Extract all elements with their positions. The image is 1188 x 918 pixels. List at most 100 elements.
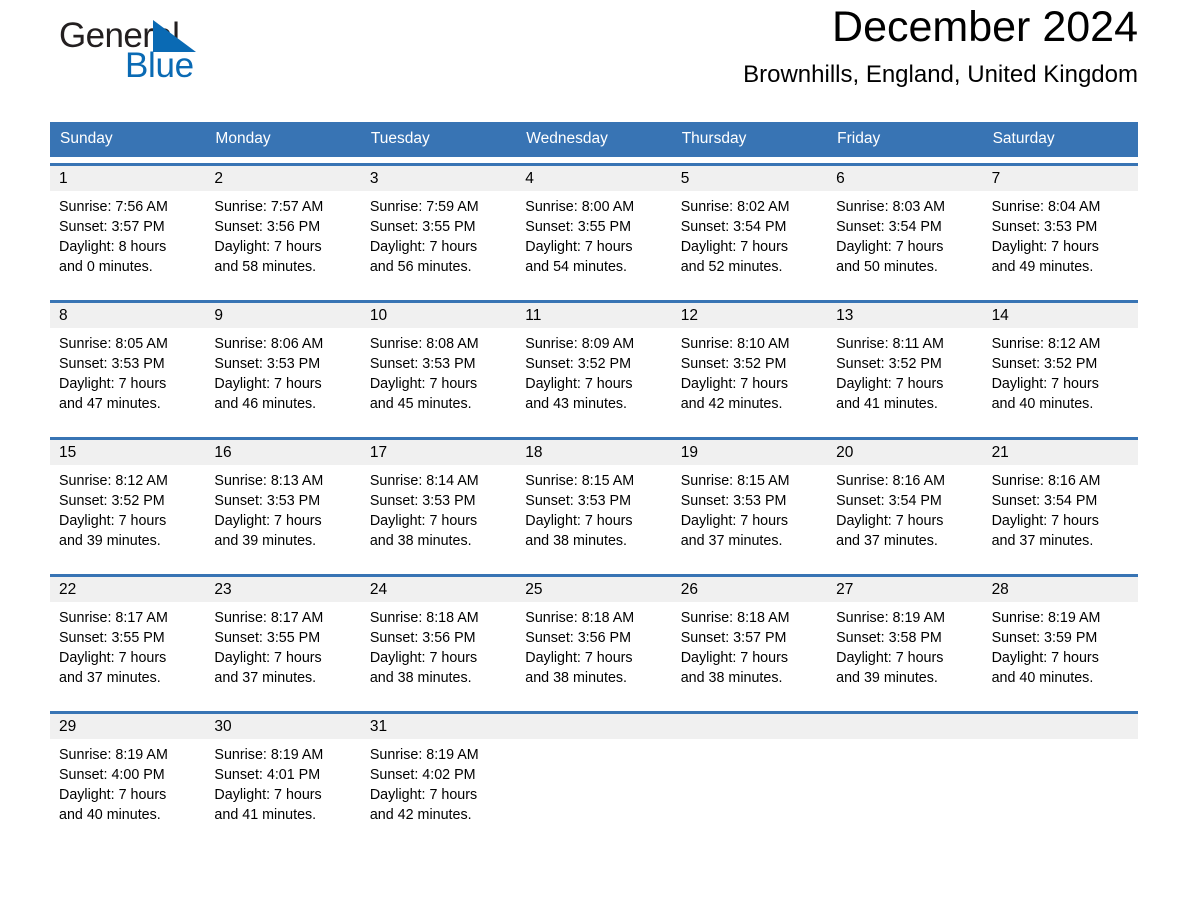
day-number: 2 (205, 166, 361, 191)
day-cell[interactable]: 18 Sunrise: 8:15 AM Sunset: 3:53 PM Dayligh… (516, 440, 672, 565)
day-cell[interactable]: 31 Sunrise: 8:19 AM Sunset: 4:02 PM Dayligh… (360, 714, 517, 839)
sunrise-text: Sunrise: 8:17 AM (214, 610, 324, 626)
day-details: Sunrise: 7:56 AM Sunset: 3:57 PM Daylight:… (50, 191, 205, 277)
daylight-text-line2: and 50 minutes. (836, 259, 938, 275)
sunrise-text: Sunrise: 8:14 AM (369, 473, 479, 489)
day-cell[interactable]: 5 Sunrise: 8:02 AM Sunset: 3:54 PM Daylight… (671, 166, 828, 291)
day-details: Sunrise: 8:18 AM Sunset: 3:56 PM Daylight:… (516, 602, 671, 688)
day-number (516, 714, 672, 739)
day-number: 28 (982, 577, 1138, 602)
day-cell-empty (671, 714, 828, 839)
daylight-text-line2: and 42 minutes. (369, 807, 472, 823)
day-cell[interactable]: 14 Sunrise: 8:12 AM Sunset: 3:52 PM Dayligh… (982, 303, 1138, 428)
day-cell[interactable]: 6 Sunrise: 8:03 AM Sunset: 3:54 PM Daylight… (827, 166, 983, 291)
daylight-text-line2: and 45 minutes. (369, 396, 472, 412)
weekday-header-row: Sunday Monday Tuesday Wednesday Thursday… (50, 122, 1138, 157)
day-number: 25 (516, 577, 672, 602)
day-details: Sunrise: 8:16 AM Sunset: 3:54 PM Daylight:… (983, 465, 1138, 551)
day-number: 20 (827, 440, 983, 465)
weekday-header-tuesday: Tuesday (370, 130, 430, 147)
calendar-page: General Blue December 2024 Brownhills, E… (0, 0, 1188, 918)
day-cell[interactable]: 1 Sunrise: 7:56 AM Sunset: 3:57 PM Daylight… (50, 166, 206, 291)
sunset-text: Sunset: 3:58 PM (836, 630, 942, 646)
page-header: General Blue December 2024 Brownhills, E… (50, 0, 1138, 118)
sunset-text: Sunset: 3:53 PM (369, 493, 476, 509)
day-cell[interactable]: 24 Sunrise: 8:18 AM Sunset: 3:56 PM Dayligh… (360, 577, 517, 702)
daylight-text-line1: Daylight: 7 hours (991, 239, 1099, 255)
sunrise-text: Sunrise: 8:02 AM (680, 199, 790, 215)
sunset-text: Sunset: 3:53 PM (369, 356, 476, 372)
day-cell[interactable]: 27 Sunrise: 8:19 AM Sunset: 3:58 PM Dayligh… (827, 577, 983, 702)
day-cell[interactable]: 3 Sunrise: 7:59 AM Sunset: 3:55 PM Daylight… (360, 166, 517, 291)
day-cell[interactable]: 13 Sunrise: 8:11 AM Sunset: 3:52 PM Dayligh… (827, 303, 983, 428)
day-cell[interactable]: 8 Sunrise: 8:05 AM Sunset: 3:53 PM Daylight… (50, 303, 206, 428)
daylight-text-line2: and 39 minutes. (59, 533, 161, 549)
day-cell[interactable]: 21 Sunrise: 8:16 AM Sunset: 3:54 PM Dayligh… (982, 440, 1138, 565)
sunset-text: Sunset: 3:55 PM (59, 630, 165, 646)
day-cell[interactable]: 10 Sunrise: 8:08 AM Sunset: 3:53 PM Dayligh… (360, 303, 517, 428)
day-cell[interactable]: 22 Sunrise: 8:17 AM Sunset: 3:55 PM Dayligh… (50, 577, 206, 702)
daylight-text-line2: and 41 minutes. (214, 807, 317, 823)
day-cell[interactable]: 26 Sunrise: 8:18 AM Sunset: 3:57 PM Dayligh… (671, 577, 828, 702)
sunset-text: Sunset: 3:53 PM (214, 493, 321, 509)
day-details: Sunrise: 8:09 AM Sunset: 3:52 PM Daylight:… (516, 328, 671, 414)
day-details: Sunrise: 8:11 AM Sunset: 3:52 PM Daylight:… (827, 328, 982, 414)
day-number (671, 714, 828, 739)
day-cell[interactable]: 28 Sunrise: 8:19 AM Sunset: 3:59 PM Dayligh… (982, 577, 1138, 702)
sunrise-text: Sunrise: 8:19 AM (836, 610, 946, 626)
daylight-text-line1: Daylight: 7 hours (59, 650, 167, 666)
day-cell[interactable]: 15 Sunrise: 8:12 AM Sunset: 3:52 PM Dayligh… (50, 440, 206, 565)
day-number: 30 (205, 714, 361, 739)
daylight-text-line1: Daylight: 7 hours (836, 650, 944, 666)
daylight-text-line2: and 52 minutes. (680, 259, 783, 275)
sunrise-text: Sunrise: 7:57 AM (214, 199, 324, 215)
day-cell[interactable]: 16 Sunrise: 8:13 AM Sunset: 3:53 PM Dayligh… (205, 440, 361, 565)
page-subtitle: Brownhills, England, United Kingdom (743, 61, 1138, 88)
daylight-text-line1: Daylight: 7 hours (214, 239, 322, 255)
day-number: 4 (516, 166, 672, 191)
day-cell[interactable]: 11 Sunrise: 8:09 AM Sunset: 3:52 PM Dayligh… (516, 303, 672, 428)
sunset-text: Sunset: 3:53 PM (59, 356, 165, 372)
logo-text-blue: Blue (125, 46, 194, 85)
day-cell[interactable]: 4 Sunrise: 8:00 AM Sunset: 3:55 PM Daylight… (516, 166, 672, 291)
day-cell[interactable]: 17 Sunrise: 8:14 AM Sunset: 3:53 PM Dayligh… (360, 440, 517, 565)
day-cell[interactable]: 29 Sunrise: 8:19 AM Sunset: 4:00 PM Dayligh… (50, 714, 206, 839)
daylight-text-line2: and 43 minutes. (525, 396, 628, 412)
day-number: 8 (50, 303, 206, 328)
sunrise-text: Sunrise: 8:19 AM (214, 747, 324, 763)
calendar-weeks: 1 Sunrise: 7:56 AM Sunset: 3:57 PM Daylight… (50, 163, 1138, 839)
day-cell[interactable]: 2 Sunrise: 7:57 AM Sunset: 3:56 PM Daylight… (205, 166, 361, 291)
day-number: 23 (205, 577, 361, 602)
day-cell[interactable]: 9 Sunrise: 8:06 AM Sunset: 3:53 PM Daylight… (205, 303, 361, 428)
day-cell[interactable]: 19 Sunrise: 8:15 AM Sunset: 3:53 PM Dayligh… (671, 440, 828, 565)
calendar-grid: Sunday Monday Tuesday Wednesday Thursday… (50, 122, 1138, 839)
day-cell-empty (982, 714, 1138, 839)
daylight-text-line1: Daylight: 7 hours (836, 376, 944, 392)
sunrise-text: Sunrise: 8:18 AM (680, 610, 790, 626)
sunrise-text: Sunrise: 8:16 AM (991, 473, 1101, 489)
day-details: Sunrise: 8:19 AM Sunset: 3:59 PM Daylight:… (983, 602, 1138, 688)
day-details: Sunrise: 8:18 AM Sunset: 3:56 PM Daylight:… (361, 602, 516, 688)
day-cell[interactable]: 30 Sunrise: 8:19 AM Sunset: 4:01 PM Dayligh… (205, 714, 361, 839)
sunset-text: Sunset: 4:00 PM (59, 767, 165, 783)
sunset-text: Sunset: 3:55 PM (525, 219, 631, 235)
day-details: Sunrise: 8:17 AM Sunset: 3:55 PM Daylight:… (205, 602, 360, 688)
day-cell[interactable]: 12 Sunrise: 8:10 AM Sunset: 3:52 PM Dayligh… (671, 303, 828, 428)
day-cell[interactable]: 20 Sunrise: 8:16 AM Sunset: 3:54 PM Dayligh… (827, 440, 983, 565)
day-cell[interactable]: 23 Sunrise: 8:17 AM Sunset: 3:55 PM Dayligh… (205, 577, 361, 702)
day-number: 17 (360, 440, 517, 465)
day-number: 5 (671, 166, 828, 191)
title-block: December 2024 Brownhills, England, Unite… (743, 0, 1138, 90)
sunset-text: Sunset: 3:55 PM (369, 219, 476, 235)
day-number: 19 (671, 440, 828, 465)
daylight-text-line1: Daylight: 7 hours (525, 376, 633, 392)
general-blue-logo: General Blue (50, 8, 250, 92)
daylight-text-line2: and 54 minutes. (525, 259, 628, 275)
daylight-text-line2: and 37 minutes. (680, 533, 783, 549)
daylight-text-line1: Daylight: 7 hours (369, 650, 478, 666)
sunrise-text: Sunrise: 8:15 AM (525, 473, 635, 489)
daylight-text-line1: Daylight: 7 hours (525, 239, 633, 255)
day-cell[interactable]: 7 Sunrise: 8:04 AM Sunset: 3:53 PM Daylight… (982, 166, 1138, 291)
day-details: Sunrise: 8:13 AM Sunset: 3:53 PM Daylight:… (205, 465, 360, 551)
day-cell[interactable]: 25 Sunrise: 8:18 AM Sunset: 3:56 PM Dayligh… (516, 577, 672, 702)
